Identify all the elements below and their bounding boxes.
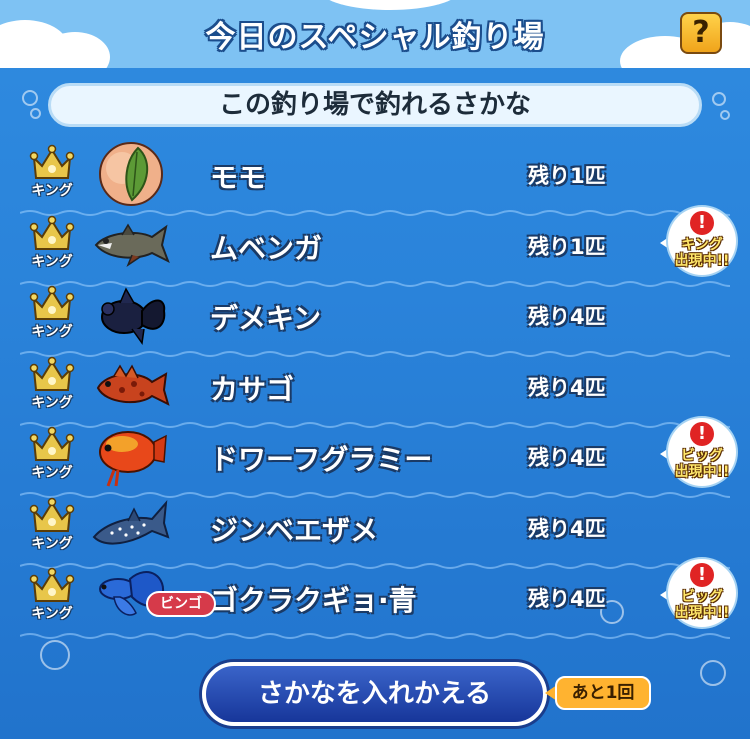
fish-name: ジンベエザメ: [210, 513, 379, 547]
fish-row: キング ジンベエザメ 残り4匹: [0, 491, 750, 569]
remaining-count: 残り4匹: [528, 446, 606, 470]
crown-icon: キング: [28, 426, 76, 482]
alert-status: 出現中!!: [674, 605, 730, 621]
bubble-decoration: [22, 90, 38, 106]
rank-label: キング: [31, 253, 73, 270]
alert-rank: キング: [681, 236, 723, 253]
bubble-decoration: [30, 108, 41, 119]
bubble-decoration: [720, 110, 730, 120]
rank-label: キング: [31, 606, 73, 622]
bubble-decoration: [700, 660, 726, 686]
peach-icon: [92, 140, 170, 206]
crown-icon: キング: [28, 497, 76, 553]
fish-name: モモ: [210, 161, 267, 194]
rank-label: キング: [31, 324, 73, 340]
page-title: 今日のスペシャル釣り場: [205, 20, 545, 55]
remaining-count: 残り4匹: [528, 305, 606, 329]
bubble-decoration: [712, 92, 726, 106]
whale-shark-icon: [92, 493, 170, 559]
fish-name: デメキン: [210, 302, 322, 335]
remaining-count: 残り4匹: [528, 375, 606, 400]
exclamation-icon: !: [690, 422, 714, 446]
wave-divider: [19, 625, 741, 639]
fish-row: キング ドワーフグラミー 残り4匹! ビッグ 出現中!!: [0, 418, 750, 498]
alert-text: ビッグ 出現中!!: [668, 448, 736, 480]
title-bar: 今日のスペシャル釣り場 ?: [0, 0, 750, 68]
exclamation-icon: !: [690, 210, 714, 235]
crown-icon: キング: [28, 215, 76, 271]
cloud-decoration: [320, 0, 460, 10]
crown-icon: キング: [28, 144, 76, 200]
rank-label: キング: [31, 183, 73, 199]
appearance-alert-bubble[interactable]: ! ビッグ 出現中!!: [660, 418, 738, 490]
remaining-count: 残り1匹: [528, 164, 606, 188]
alert-text: ビッグ 出現中!!: [668, 589, 736, 621]
fish-name: ムベンガ: [210, 231, 323, 265]
fish-row: キング ムベンガ 残り1匹! キング 出現中!!: [0, 206, 750, 287]
remaining-count: 残り1匹: [528, 234, 606, 259]
fish-list-heading: この釣り場で釣れるさかな: [48, 83, 702, 127]
bingo-tag: ビンゴ: [146, 591, 216, 617]
rank-label: キング: [31, 535, 73, 552]
replace-fish-button[interactable]: さかなを入れかえる: [202, 662, 547, 726]
remaining-count: 残り4匹: [528, 587, 606, 611]
alert-status: 出現中!!: [674, 252, 730, 269]
black-telescope-goldfish-icon: [92, 281, 170, 347]
alert-status: 出現中!!: [674, 464, 730, 480]
rank-label: キング: [31, 394, 73, 411]
fish-row: キング ゴクラクギョ·青 残り4匹 ビンゴ! ビッグ 出現中!!: [0, 559, 750, 639]
fish-name: ゴクラクギョ·青: [210, 584, 417, 617]
fish-row: キング デメキン 残り4匹: [0, 279, 750, 357]
crown-icon: キング: [28, 567, 76, 623]
alert-rank: ビッグ: [681, 589, 723, 605]
rank-label: キング: [31, 465, 73, 481]
crown-icon: キング: [28, 285, 76, 341]
fish-name: ドワーフグラミー: [210, 443, 433, 476]
alert-text: キング 出現中!!: [668, 237, 736, 269]
appearance-alert-bubble[interactable]: ! ビッグ 出現中!!: [660, 559, 738, 631]
scorpionfish-icon: [92, 352, 170, 418]
fish-name: カサゴ: [210, 372, 295, 406]
help-button[interactable]: ?: [680, 12, 722, 54]
goliath-tigerfish-icon: [92, 211, 170, 277]
fish-row: キング モモ 残り1匹: [0, 138, 750, 216]
exclamation-icon: !: [690, 563, 714, 587]
crown-icon: キング: [28, 356, 76, 412]
alert-rank: ビッグ: [681, 448, 723, 464]
bubble-decoration: [40, 640, 70, 670]
dwarf-gourami-icon: [92, 422, 170, 488]
fish-row: キング カサゴ 残り4匹: [0, 350, 750, 428]
remaining-count-badge: あと1回: [555, 676, 651, 710]
appearance-alert-bubble[interactable]: ! キング 出現中!!: [660, 206, 738, 279]
remaining-count: 残り4匹: [528, 516, 606, 541]
